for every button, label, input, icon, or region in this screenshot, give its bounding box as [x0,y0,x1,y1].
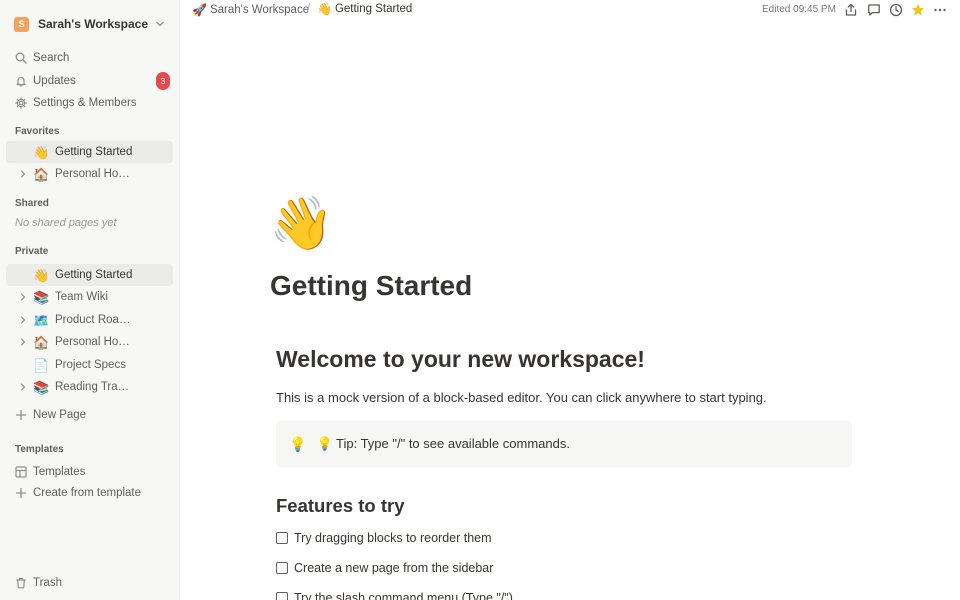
todo-checkbox[interactable] [276,592,288,600]
favorite-page-getting-started[interactable]: 👋 Getting Started [6,141,173,163]
page-label: Team Wiki [55,291,109,303]
sidebar-item-label: Search [33,52,70,64]
history-clock-icon[interactable] [889,3,903,17]
create-from-template-button[interactable]: Create from template [6,482,173,504]
favorites-section-label: Favorites [15,126,60,137]
page-icon[interactable]: 👋 [269,198,334,250]
workspace-avatar: S [14,16,29,32]
chevron-right-icon[interactable] [16,167,30,181]
sidebar-item-settings[interactable]: Settings & Members [6,92,173,114]
private-page-getting-started[interactable]: 👋 Getting Started [6,264,173,286]
callout-text[interactable]: 💡 Tip: Type "/" to see available command… [316,436,570,452]
heading-block[interactable]: Welcome to your new workspace! [276,346,645,373]
todo-block[interactable]: Create a new page from the sidebar [276,559,493,577]
plus-icon [15,487,27,499]
private-page-project-specs[interactable]: 📄 Project Specs [6,354,173,376]
workspace-switcher[interactable]: S Sarah's Workspace [14,12,165,36]
todo-checkbox[interactable] [276,532,288,544]
sidebar-item-label: Create from template [33,487,142,499]
comment-icon[interactable] [867,3,881,17]
page-title[interactable]: Getting Started [270,270,472,302]
page-emoji-icon: 🗺️ [33,312,50,328]
trash-icon [16,577,26,589]
workspace-name: Sarah's Workspace [38,17,149,31]
sidebar-item-label: Trash [33,577,62,589]
page-emoji-icon: 📄 [33,357,50,373]
breadcrumb-workspace[interactable]: 🚀 Sarah's Workspace [192,3,309,17]
lightbulb-icon[interactable]: 💡 [289,436,306,453]
private-page-reading-tracker[interactable]: 📚 Reading Tracker [6,376,173,398]
breadcrumb-page[interactable]: 👋 Getting Started [317,2,412,16]
todo-block[interactable]: Try the slash command menu (Type "/") [276,589,513,600]
new-page-label: New Page [33,409,87,421]
breadcrumb-workspace-label: Sarah's Workspace [209,4,310,16]
sidebar-item-label: Templates [33,466,86,478]
subheading-block[interactable]: Features to try [276,495,405,517]
todo-text[interactable]: Try the slash command menu (Type "/") [294,591,513,600]
sidebar-item-trash[interactable]: Trash [6,572,173,594]
sidebar-item-updates[interactable]: Updates 3 [6,70,173,92]
text-block[interactable]: This is a mock version of a block-based … [276,390,767,405]
page-label: Reading Tracker [55,381,133,393]
page-label: Project Specs [55,359,126,371]
top-bar: 🚀 Sarah's Workspace / 👋 Getting Started … [180,0,960,22]
share-icon[interactable] [844,3,858,17]
page-label: Personal Home [55,168,133,180]
template-icon [15,466,27,478]
page-emoji-icon: 🏠 [33,334,50,350]
shared-section-label: Shared [15,198,49,209]
breadcrumb-page-label: Getting Started [334,3,413,15]
page-label: Personal Home [55,336,133,348]
todo-text[interactable]: Try dragging blocks to reorder them [294,531,492,545]
updates-count-badge: 3 [156,72,170,90]
new-page-button[interactable]: New Page [6,404,173,426]
chevron-right-icon[interactable] [16,380,30,394]
rocket-icon: 🚀 [192,3,207,17]
gear-icon [15,97,27,109]
breadcrumb-separator: / [307,3,311,15]
chevron-right-icon[interactable] [16,290,30,304]
chevron-right-icon[interactable] [16,313,30,327]
favorite-star-icon[interactable] [911,3,925,17]
page-label: Getting Started [55,146,133,158]
page-label: Product Roadmap [55,314,133,326]
waving-hand-icon: 👋 [317,2,332,16]
templates-section-label: Templates [15,444,64,455]
page-emoji-icon: 📚 [33,379,50,395]
page-emoji-icon: 👋 [33,267,50,283]
page-emoji-icon: 🏠 [33,166,50,182]
app-window: S Sarah's Workspace Search Updates 3 Set… [0,0,960,600]
favorite-page-personal-home[interactable]: 🏠 Personal Home [6,163,173,185]
more-options-icon[interactable] [933,3,947,17]
shared-empty-note: No shared pages yet [15,217,117,229]
chevron-right-icon[interactable] [16,335,30,349]
search-icon [15,52,27,64]
callout-block[interactable]: 💡 💡 Tip: Type "/" to see available comma… [276,421,852,467]
private-page-team-wiki[interactable]: 📚 Team Wiki [6,286,173,308]
private-section-label: Private [15,246,49,257]
private-page-product-roadmap[interactable]: 🗺️ Product Roadmap [6,309,173,331]
sidebar: S Sarah's Workspace Search Updates 3 Set… [0,0,180,600]
bell-icon [16,76,26,87]
todo-text[interactable]: Create a new page from the sidebar [294,561,493,575]
todo-block[interactable]: Try dragging blocks to reorder them [276,529,492,547]
sidebar-item-search[interactable]: Search [6,47,173,69]
page-emoji-icon: 📚 [33,289,50,305]
plus-icon [15,409,27,421]
todo-checkbox[interactable] [276,562,288,574]
page-label: Getting Started [55,269,133,281]
private-page-personal-home[interactable]: 🏠 Personal Home [6,331,173,353]
edited-timestamp: Edited 09:45 PM [762,4,836,15]
sidebar-item-label: Updates [33,75,76,87]
editor-main: 🚀 Sarah's Workspace / 👋 Getting Started … [180,0,960,600]
page-emoji-icon: 👋 [33,144,50,160]
sidebar-item-label: Settings & Members [33,97,137,109]
sidebar-item-templates[interactable]: Templates [6,461,173,483]
chevron-down-icon [156,21,164,27]
